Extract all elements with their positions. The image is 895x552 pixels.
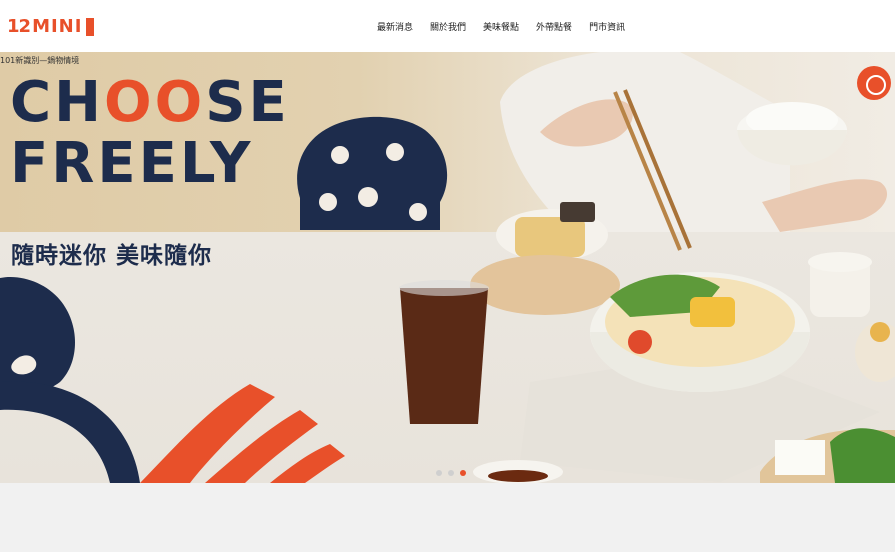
hero-caption: 101新識別—鍋物情境	[0, 56, 80, 65]
carousel-dot-1[interactable]	[436, 470, 442, 476]
main-nav: 最新消息 關於我們 美味餐點 外帶點餐 門市資訊	[377, 20, 625, 33]
headline-line-1-post: SE	[205, 70, 290, 135]
nav-item-news[interactable]: 最新消息	[377, 20, 413, 33]
content-area	[0, 483, 895, 552]
carousel-dot-3[interactable]	[460, 470, 466, 476]
nav-item-stores[interactable]: 門市資訊	[589, 20, 625, 33]
logo-number: 12	[7, 16, 31, 37]
headline-line-1-pre: CH	[10, 70, 104, 135]
nav-item-takeout[interactable]: 外帶點餐	[536, 20, 572, 33]
headline-line-1: CHOOSE	[10, 72, 290, 133]
headline-line-1-oo: OO	[103, 70, 206, 135]
logo-word: MINI	[32, 16, 83, 37]
site-header: 12 MINI 最新消息 關於我們 美味餐點 外帶點餐 門市資訊	[0, 0, 895, 52]
carousel-dots	[436, 470, 466, 476]
brand-logo[interactable]: 12 MINI	[7, 16, 95, 37]
floating-circle-icon[interactable]	[857, 66, 891, 100]
nav-item-about[interactable]: 關於我們	[430, 20, 466, 33]
headline-line-2: FREELY	[10, 131, 254, 196]
hero-headline: CHOOSE FREELY	[10, 72, 290, 194]
nav-item-menu[interactable]: 美味餐點	[483, 20, 519, 33]
hero-tagline: 隨時迷你 美味隨你	[11, 243, 213, 269]
logo-badge-icon	[86, 17, 95, 36]
hero-banner[interactable]: 101新識別—鍋物情境 CHOOSE FREELY 隨時迷你 美味隨你	[0, 52, 895, 483]
carousel-dot-2[interactable]	[448, 470, 454, 476]
